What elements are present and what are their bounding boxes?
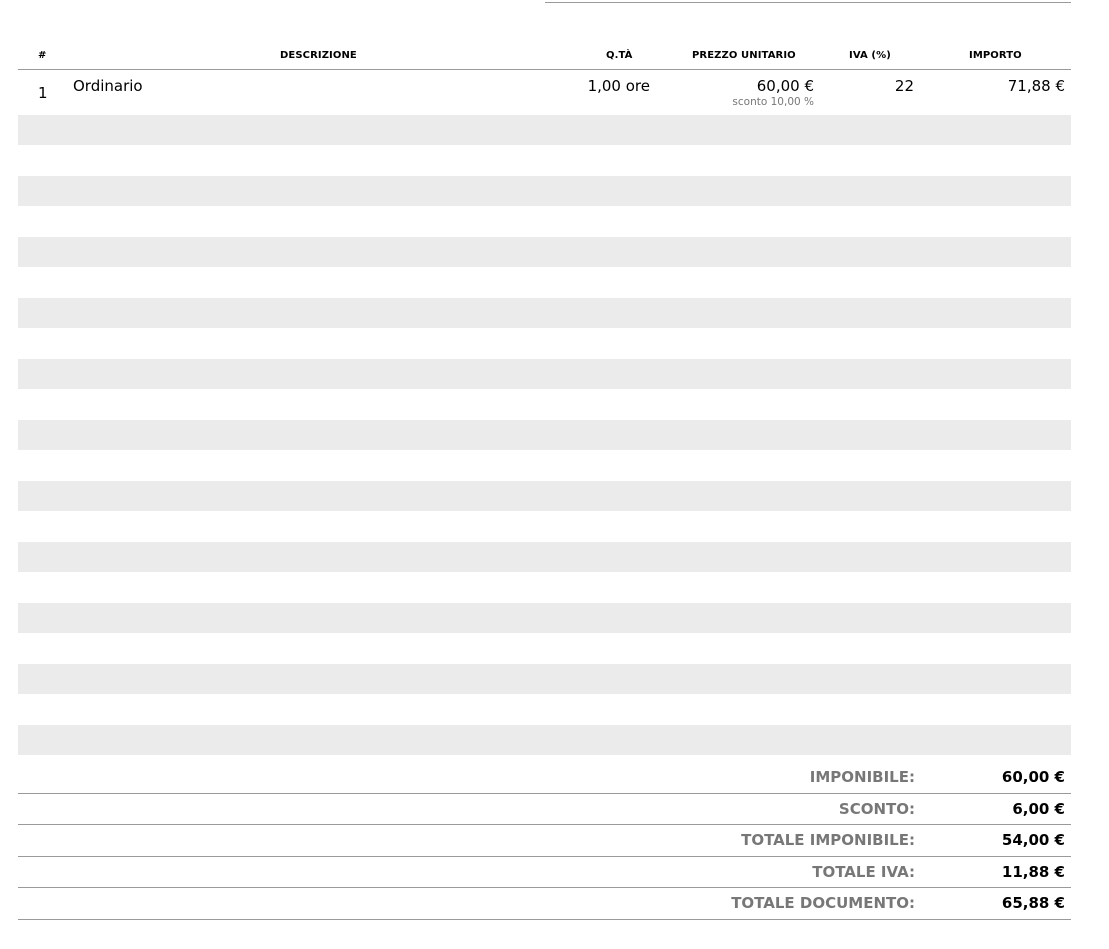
- total-row-document: TOTALE DOCUMENTO: 65,88 €: [18, 888, 1071, 920]
- row-number: 1: [38, 84, 48, 102]
- empty-row: [18, 542, 1071, 572]
- header-unit-price: PREZZO UNITARIO: [692, 50, 796, 61]
- empty-row: [18, 725, 1071, 755]
- total-value: 65,88 €: [1001, 894, 1065, 912]
- empty-row: [18, 481, 1071, 511]
- total-label: TOTALE IMPONIBILE:: [741, 831, 915, 849]
- empty-rows: [18, 115, 1071, 755]
- empty-row: [18, 420, 1071, 450]
- row-description: Ordinario: [73, 77, 143, 95]
- header-number: #: [38, 50, 47, 61]
- header-description: DESCRIZIONE: [280, 50, 357, 61]
- empty-row: [18, 603, 1071, 633]
- table-row: 1 Ordinario 1,00 ore 60,00 € sconto 10,0…: [18, 71, 1071, 115]
- totals-section: IMPONIBILE: 60,00 € SCONTO: 6,00 € TOTAL…: [18, 762, 1071, 920]
- total-label: TOTALE DOCUMENTO:: [731, 894, 915, 912]
- row-amount: 71,88 €: [1007, 77, 1065, 95]
- empty-row: [18, 115, 1071, 145]
- total-row-taxable: IMPONIBILE: 60,00 €: [18, 762, 1071, 794]
- table-header: # DESCRIZIONE Q.TÀ PREZZO UNITARIO IVA (…: [18, 48, 1071, 70]
- row-vat: 22: [894, 77, 914, 95]
- empty-row: [18, 298, 1071, 328]
- empty-row: [18, 664, 1071, 694]
- total-value: 11,88 €: [1001, 862, 1065, 881]
- total-row-vat: TOTALE IVA: 11,88 €: [18, 857, 1071, 888]
- empty-row: [18, 359, 1071, 389]
- total-value: 54,00 €: [1001, 831, 1065, 849]
- top-divider: [545, 2, 1071, 3]
- total-row-net-taxable: TOTALE IMPONIBILE: 54,00 €: [18, 825, 1071, 857]
- total-value: 60,00 €: [1001, 768, 1065, 786]
- total-value: 6,00 €: [1012, 799, 1065, 818]
- total-label: TOTALE IVA:: [812, 862, 915, 881]
- empty-row: [18, 176, 1071, 206]
- header-vat: IVA (%): [849, 50, 891, 61]
- total-label: SCONTO:: [838, 799, 915, 818]
- total-label: IMPONIBILE:: [809, 768, 915, 786]
- row-discount: sconto 10,00 %: [732, 96, 814, 108]
- header-quantity: Q.TÀ: [606, 50, 633, 61]
- header-amount: IMPORTO: [969, 50, 1022, 61]
- row-unit-price: 60,00 €: [756, 77, 814, 95]
- total-row-discount: SCONTO: 6,00 €: [18, 794, 1071, 825]
- empty-row: [18, 237, 1071, 267]
- row-quantity: 1,00 ore: [587, 77, 650, 95]
